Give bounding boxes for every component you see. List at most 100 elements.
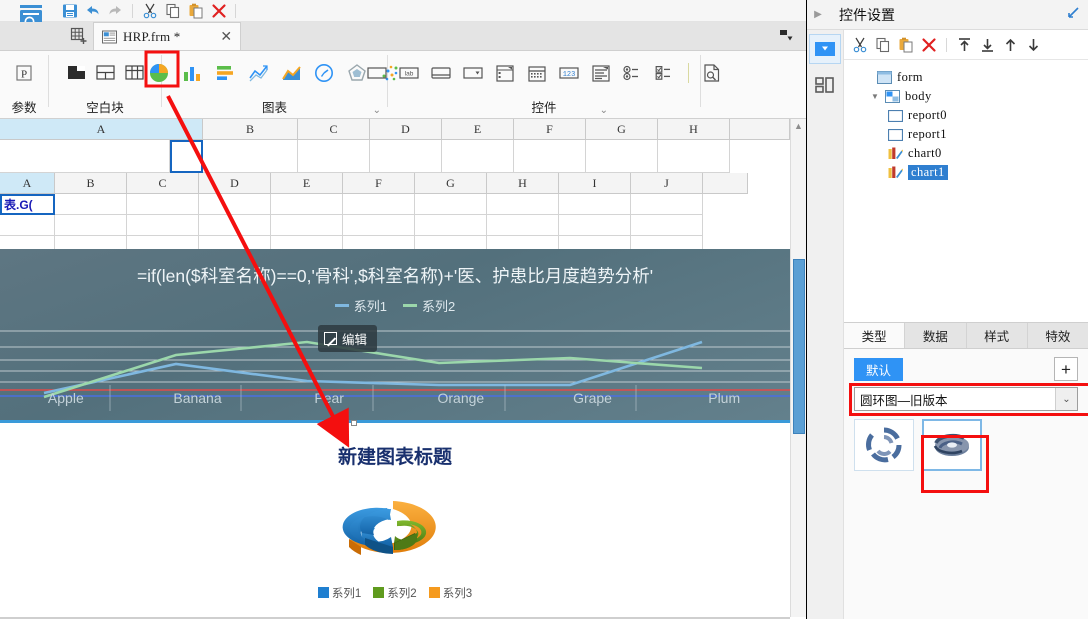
- save-icon[interactable]: [60, 2, 79, 20]
- chevron-down-icon[interactable]: ⌄: [373, 105, 381, 116]
- tab-hrp-frm[interactable]: HRP.frm * ✕: [93, 22, 242, 50]
- pie-chart-icon[interactable]: [147, 61, 171, 85]
- redo-icon[interactable]: [106, 2, 125, 20]
- cell-F-title[interactable]: [514, 140, 586, 173]
- scrollbar-thumb[interactable]: [793, 259, 805, 434]
- copy-icon[interactable]: [163, 2, 182, 20]
- line-chart-icon[interactable]: [246, 61, 270, 85]
- cell-D-1[interactable]: [199, 194, 271, 215]
- gauge-chart-icon[interactable]: [312, 61, 336, 85]
- move-down-icon[interactable]: [1023, 35, 1043, 55]
- scroll-up-icon[interactable]: ▲: [791, 119, 806, 133]
- cell-D-3[interactable]: [199, 236, 271, 249]
- richtext-icon[interactable]: [590, 62, 612, 84]
- thumb-3d-donut[interactable]: [922, 419, 982, 471]
- cell-G-2[interactable]: [415, 215, 487, 236]
- cell-B-title[interactable]: [203, 140, 298, 173]
- tree-delete-icon[interactable]: [919, 35, 939, 55]
- cell-F-1[interactable]: [343, 194, 415, 215]
- legend-item-series2[interactable]: 系列2: [403, 296, 455, 315]
- block-icon[interactable]: [65, 62, 87, 84]
- tree-node-report1[interactable]: report1: [852, 125, 1088, 144]
- canvas-scrollbar[interactable]: ▲: [790, 119, 806, 617]
- cell-H-3[interactable]: [487, 236, 559, 249]
- cell-I-1[interactable]: [559, 194, 631, 215]
- donut-legend-item-3[interactable]: 系列3: [428, 585, 472, 601]
- bar-chart-icon[interactable]: [213, 61, 237, 85]
- move-up-icon[interactable]: [1000, 35, 1020, 55]
- cell-E-title[interactable]: [442, 140, 514, 173]
- cell-C-2[interactable]: [127, 215, 199, 236]
- col-header-G1[interactable]: G: [586, 119, 658, 140]
- chevron-down-icon[interactable]: ⌄: [1055, 388, 1077, 410]
- cell-A-title[interactable]: 源配比决策大屏: [0, 140, 170, 173]
- col-header-F1[interactable]: F: [514, 119, 586, 140]
- cell-D-2[interactable]: [199, 215, 271, 236]
- textbox-icon[interactable]: [366, 62, 388, 84]
- cell-B-1[interactable]: [55, 194, 127, 215]
- chart-type-select[interactable]: 圆环图—旧版本 ⌄: [854, 387, 1078, 411]
- donut-legend-item-1[interactable]: 系列1: [317, 585, 361, 601]
- ribbon-options-icon[interactable]: [778, 29, 794, 43]
- cell-C-3[interactable]: [127, 236, 199, 249]
- edit-chart-button[interactable]: 编辑: [318, 325, 378, 352]
- chart-preview-line[interactable]: =if(len($科室名称)==0,'骨科',$科室名称)+'医、护患比月度趋势…: [0, 249, 790, 423]
- cell-H-title[interactable]: [658, 140, 730, 173]
- cell-J-2[interactable]: [631, 215, 703, 236]
- component-tree[interactable]: form ▼ body report0 report1 chart0 chart…: [844, 60, 1088, 322]
- collapse-panel-icon[interactable]: [1066, 6, 1080, 23]
- tree-node-chart0[interactable]: chart0: [852, 144, 1088, 163]
- col-header-A1[interactable]: A: [0, 119, 203, 140]
- cell-A-3[interactable]: [0, 236, 55, 249]
- thumb-flat-donut[interactable]: [854, 419, 914, 471]
- cell-A-2[interactable]: [0, 215, 55, 236]
- add-sheet-icon[interactable]: [65, 22, 93, 50]
- col-header-C1[interactable]: C: [298, 119, 370, 140]
- undo-icon[interactable]: [83, 2, 102, 20]
- tab-style[interactable]: 样式: [967, 323, 1028, 348]
- expand-panel-icon[interactable]: ▶: [807, 0, 829, 30]
- checkbox-icon[interactable]: [654, 62, 676, 84]
- move-top-icon[interactable]: [954, 35, 974, 55]
- col-header-A2[interactable]: A: [0, 173, 55, 194]
- cell-E-3[interactable]: [271, 236, 343, 249]
- column-chart-icon[interactable]: [180, 61, 204, 85]
- tree-cut-icon[interactable]: [850, 35, 870, 55]
- paste-icon[interactable]: [186, 2, 205, 20]
- col-header-I2[interactable]: I: [559, 173, 631, 194]
- cell-I-3[interactable]: [559, 236, 631, 249]
- tree-node-form[interactable]: form: [852, 68, 1088, 87]
- tree-caret-body[interactable]: ▼: [870, 92, 880, 101]
- col-header-J2[interactable]: J: [631, 173, 703, 194]
- move-bottom-icon[interactable]: [977, 35, 997, 55]
- col-header-H1[interactable]: H: [658, 119, 730, 140]
- col-header-H2[interactable]: H: [487, 173, 559, 194]
- cell-G-3[interactable]: [415, 236, 487, 249]
- cell-A-formula[interactable]: 表.G(: [0, 194, 55, 215]
- cell-J-1[interactable]: [631, 194, 703, 215]
- cell-C-1[interactable]: [127, 194, 199, 215]
- close-icon[interactable]: ✕: [220, 28, 232, 45]
- add-chart-button[interactable]: +: [1054, 357, 1078, 381]
- spreadsheet-grid[interactable]: A B C D E F G H 源配比决策大屏 A B C D E F G H …: [0, 119, 806, 249]
- cell-H-1[interactable]: [487, 194, 559, 215]
- tab-type[interactable]: 类型: [844, 323, 906, 348]
- tree-copy-icon[interactable]: [873, 35, 893, 55]
- cell-D-title[interactable]: [370, 140, 442, 173]
- tree-paste-icon[interactable]: [896, 35, 916, 55]
- chart-donut-area[interactable]: 新建图表标题 系列1 系列2 系列3: [0, 426, 790, 614]
- col-header-F2[interactable]: F: [343, 173, 415, 194]
- textarea-icon[interactable]: [430, 62, 452, 84]
- delete-icon[interactable]: [209, 2, 228, 20]
- listbox-icon[interactable]: [494, 62, 516, 84]
- cell-F-2[interactable]: [343, 215, 415, 236]
- number-icon[interactable]: 123: [558, 62, 580, 84]
- col-header-G2[interactable]: G: [415, 173, 487, 194]
- datepicker-icon[interactable]: [526, 62, 548, 84]
- rail-layout-icon[interactable]: [809, 70, 841, 100]
- tree-node-body[interactable]: ▼ body: [852, 87, 1088, 106]
- col-header-C2[interactable]: C: [127, 173, 199, 194]
- col-header-E2[interactable]: E: [271, 173, 343, 194]
- area-chart-icon[interactable]: [279, 61, 303, 85]
- col-header-B1[interactable]: B: [203, 119, 298, 140]
